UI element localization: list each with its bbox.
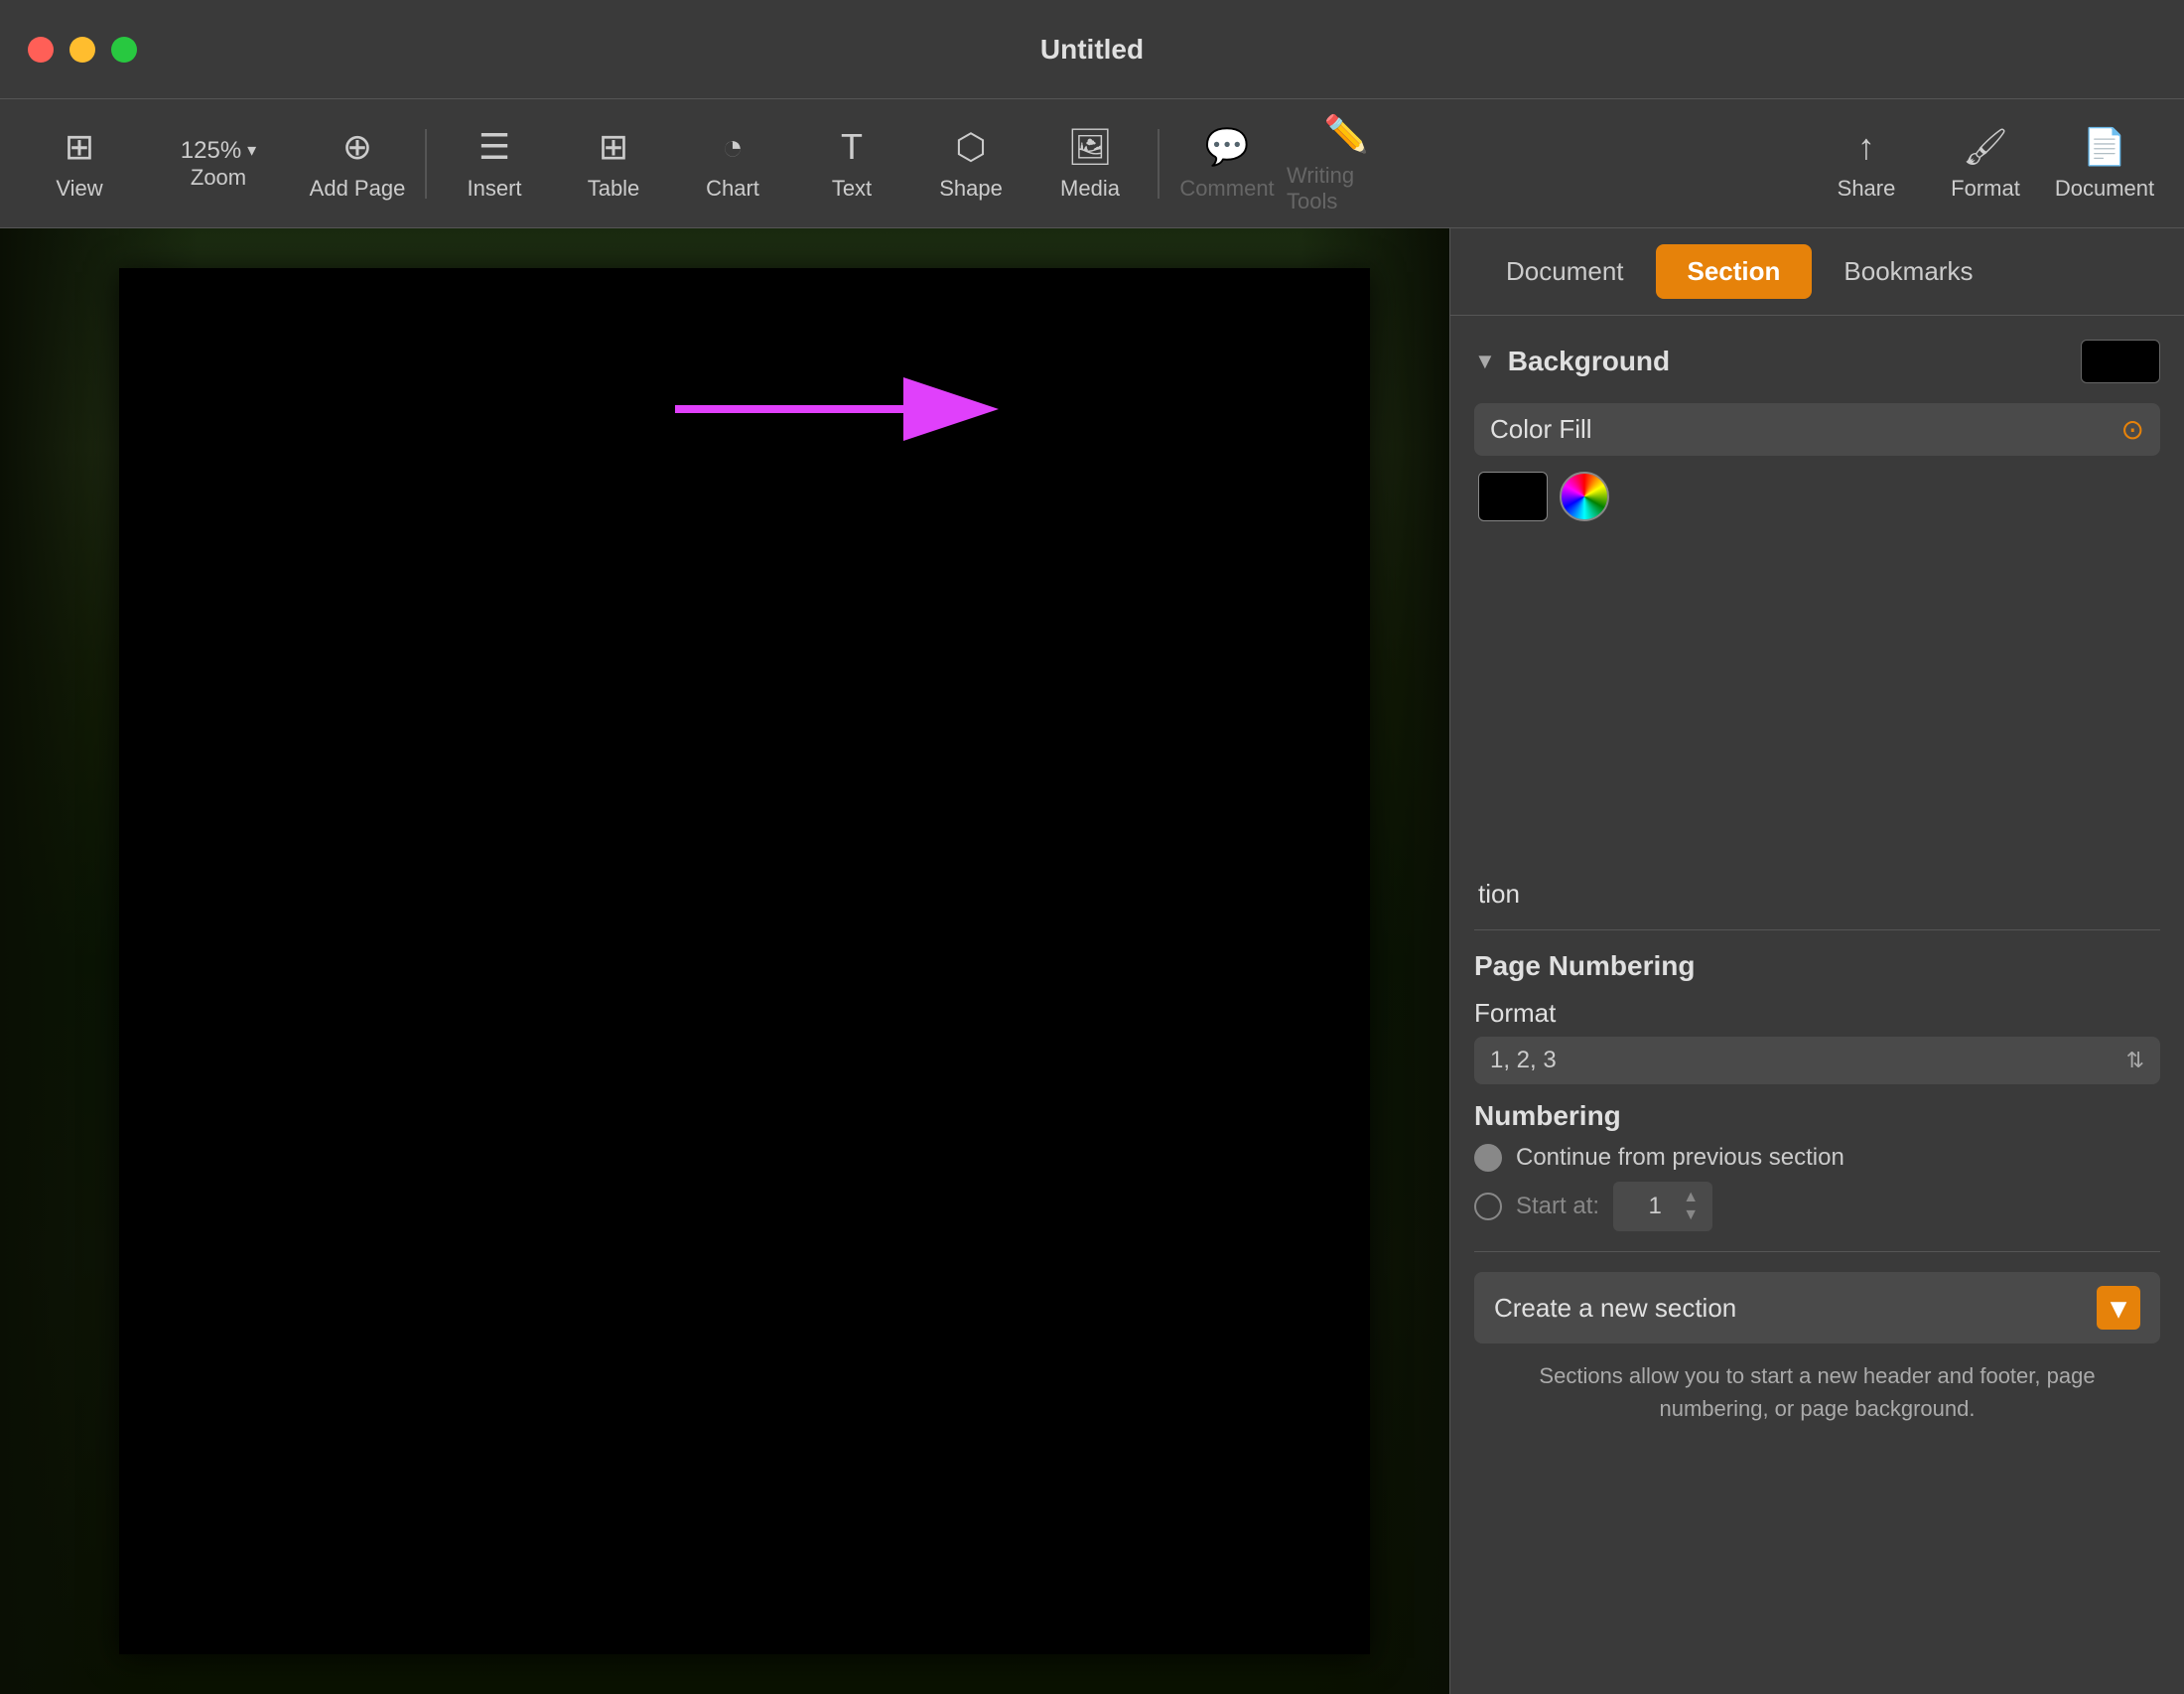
- background-color-swatch[interactable]: [2081, 340, 2160, 383]
- toolbar-add-page[interactable]: ⊕ Add Page: [298, 109, 417, 218]
- start-at-input[interactable]: 1 ▲ ▼: [1613, 1182, 1712, 1231]
- canvas-area: [0, 228, 1449, 1694]
- continue-radio-button[interactable]: [1474, 1144, 1502, 1172]
- color-fill-row[interactable]: Color Fill ⊙: [1474, 403, 2160, 456]
- toolbar-share[interactable]: ↑ Share: [1807, 109, 1926, 218]
- toolbar-insert[interactable]: ☰ Insert: [435, 109, 554, 218]
- format-select-value: 1, 2, 3: [1490, 1047, 2126, 1074]
- stepper-up-icon[interactable]: ▲: [1683, 1190, 1699, 1205]
- toolbar-chart[interactable]: ◔ Chart: [673, 109, 792, 218]
- add-page-icon: ⊕: [342, 126, 372, 168]
- view-icon: ⊞: [65, 126, 94, 168]
- traffic-lights: [28, 37, 137, 63]
- tab-document[interactable]: Document: [1474, 244, 1656, 299]
- comment-icon: 💬: [1205, 126, 1250, 168]
- share-icon: ↑: [1857, 126, 1875, 168]
- stepper-down-icon[interactable]: ▼: [1683, 1207, 1699, 1223]
- toolbar-view[interactable]: ⊞ View: [20, 109, 139, 218]
- document-page[interactable]: [119, 268, 1370, 1654]
- document-icon: 📄: [2083, 126, 2127, 168]
- color-preview-row: [1474, 472, 2160, 521]
- toolbar: ⊞ View 125% ▾ Zoom ⊕ Add Page ☰ Insert ⊞…: [0, 99, 2184, 228]
- color-wheel-button[interactable]: [1560, 472, 1609, 521]
- toolbar-shape[interactable]: ⬡ Shape: [911, 109, 1030, 218]
- toolbar-separator-1: [425, 129, 427, 199]
- palette-spacer: [1474, 541, 2160, 879]
- table-label: Table: [588, 176, 640, 202]
- comment-label: Comment: [1179, 176, 1274, 202]
- text-label: Text: [832, 176, 872, 202]
- toolbar-zoom[interactable]: 125% ▾ Zoom: [139, 109, 298, 218]
- writing-tools-label: Writing Tools: [1287, 163, 1406, 214]
- toolbar-document[interactable]: 📄 Document: [2045, 109, 2164, 218]
- window-title: Untitled: [1040, 34, 1144, 66]
- view-label: View: [56, 176, 102, 202]
- insert-icon: ☰: [478, 126, 510, 168]
- panel-divider-2: [1474, 1251, 2160, 1252]
- start-at-radio-button[interactable]: [1474, 1193, 1502, 1220]
- toolbar-table[interactable]: ⊞ Table: [554, 109, 673, 218]
- format-label: Format: [1951, 176, 2020, 202]
- color-fill-label: Color Fill: [1490, 414, 2121, 445]
- background-section-header: ▼ Background: [1474, 340, 2160, 383]
- format-field-label: Format: [1474, 998, 2160, 1029]
- background-title: Background: [1508, 346, 2069, 377]
- color-fill-dropdown-icon[interactable]: ⊙: [2121, 413, 2144, 446]
- writing-tools-icon: ✏️: [1324, 113, 1369, 155]
- zoom-label: Zoom: [191, 165, 246, 191]
- minimize-button[interactable]: [69, 37, 95, 63]
- numbering-title: Numbering: [1474, 1100, 2160, 1132]
- chart-icon: ◔: [722, 126, 744, 168]
- create-section-icon: ▾: [2111, 1291, 2125, 1326]
- media-label: Media: [1060, 176, 1120, 202]
- panel-tabs: Document Section Bookmarks: [1450, 228, 2184, 316]
- color-preview-swatch[interactable]: [1478, 472, 1548, 521]
- tab-bookmarks[interactable]: Bookmarks: [1812, 244, 2004, 299]
- text-icon: T: [841, 126, 863, 168]
- zoom-chevron-icon: ▾: [247, 140, 256, 161]
- start-at-label: Start at:: [1516, 1193, 1599, 1220]
- toolbar-text[interactable]: T Text: [792, 109, 911, 218]
- format-icon: 🖌: [1963, 126, 2008, 168]
- background-chevron-icon[interactable]: ▼: [1474, 349, 1496, 374]
- table-icon: ⊞: [599, 126, 628, 168]
- panel-content: ▼ Background Color Fill ⊙: [1450, 316, 2184, 1449]
- media-icon: 🖼: [1067, 126, 1113, 168]
- create-section-button[interactable]: ▾: [2097, 1286, 2140, 1330]
- document-tb-label: Document: [2055, 176, 2154, 202]
- fullscreen-button[interactable]: [111, 37, 137, 63]
- section-partial-text: tion: [1478, 879, 1520, 909]
- right-panel: Document Section Bookmarks ▼ Background …: [1449, 228, 2184, 1694]
- start-at-row: Start at: 1 ▲ ▼: [1474, 1182, 2160, 1231]
- insert-label: Insert: [467, 176, 521, 202]
- page-numbering-title: Page Numbering: [1474, 950, 2160, 982]
- tab-section[interactable]: Section: [1656, 244, 1813, 299]
- create-section-row[interactable]: Create a new section ▾: [1474, 1272, 2160, 1343]
- format-select-arrows-icon: ⇅: [2126, 1048, 2144, 1073]
- help-text: Sections allow you to start a new header…: [1474, 1359, 2160, 1425]
- add-page-label: Add Page: [310, 176, 406, 202]
- continue-from-previous-row[interactable]: Continue from previous section: [1474, 1144, 2160, 1172]
- section-label-partial: tion: [1474, 879, 2160, 910]
- panel-divider-1: [1474, 929, 2160, 930]
- toolbar-media[interactable]: 🖼 Media: [1030, 109, 1150, 218]
- continue-radio-label: Continue from previous section: [1516, 1144, 1844, 1172]
- format-select[interactable]: 1, 2, 3 ⇅: [1474, 1037, 2160, 1084]
- share-label: Share: [1838, 176, 1896, 202]
- toolbar-comment[interactable]: 💬 Comment: [1167, 109, 1287, 218]
- toolbar-writing-tools[interactable]: ✏️ Writing Tools: [1287, 109, 1406, 218]
- titlebar: Untitled: [0, 0, 2184, 99]
- create-section-label: Create a new section: [1494, 1293, 1736, 1324]
- zoom-value: 125%: [181, 137, 241, 165]
- start-at-value: 1: [1627, 1193, 1683, 1220]
- shape-icon: ⬡: [955, 126, 986, 168]
- start-at-stepper[interactable]: ▲ ▼: [1683, 1190, 1699, 1223]
- toolbar-separator-2: [1158, 129, 1160, 199]
- close-button[interactable]: [28, 37, 54, 63]
- shape-label: Shape: [939, 176, 1003, 202]
- chart-label: Chart: [706, 176, 759, 202]
- toolbar-format[interactable]: 🖌 Format: [1926, 109, 2045, 218]
